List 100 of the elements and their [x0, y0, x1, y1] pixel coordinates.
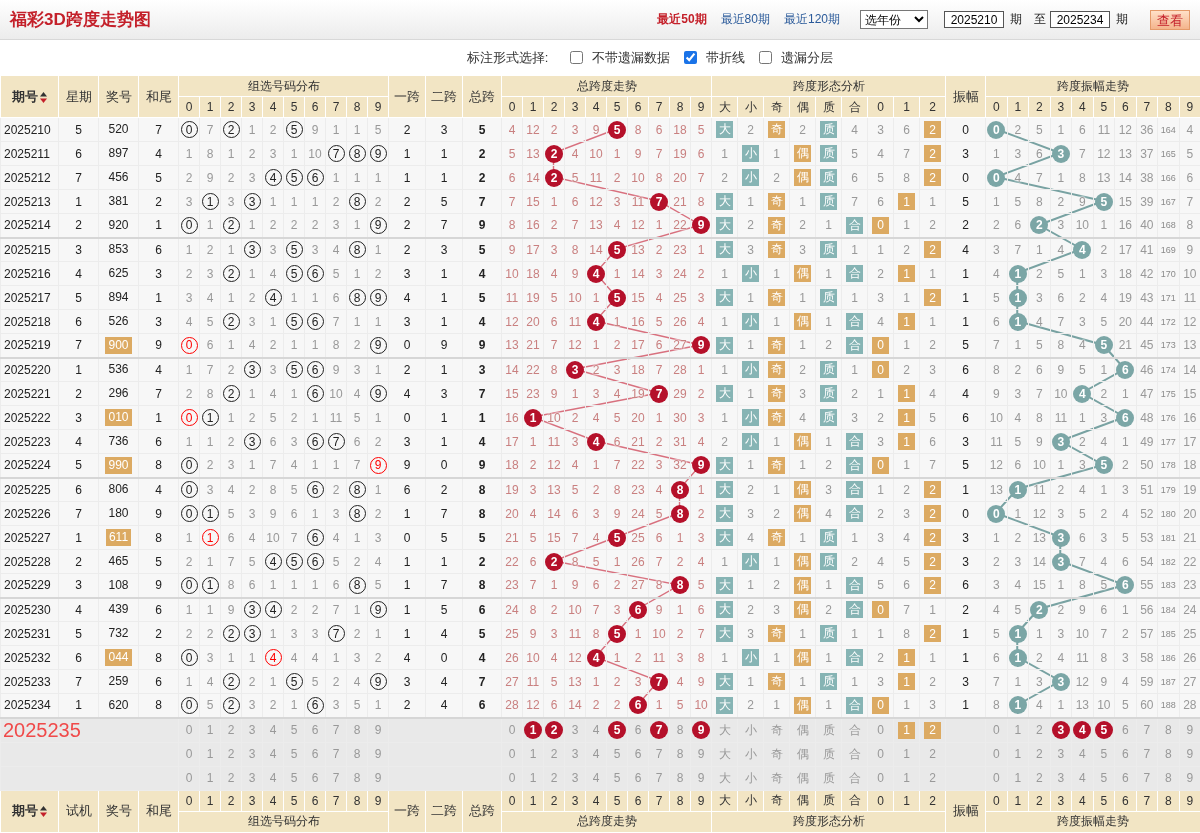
table-cell: 6	[841, 165, 868, 190]
number-ball: 0	[987, 120, 1006, 139]
shape-tag: 2	[924, 721, 942, 739]
table-cell: 2	[1028, 645, 1051, 670]
table-cell: 2	[178, 549, 200, 574]
table-cell: 4	[367, 549, 389, 574]
table-cell: 1	[220, 285, 242, 310]
column-header[interactable]: 期号	[0, 75, 59, 118]
table-cell: 54	[1136, 549, 1158, 574]
table-cell: 1	[711, 645, 738, 670]
shape-tag: 2	[924, 241, 942, 259]
table-cell: 14	[1028, 549, 1051, 574]
column-header: 振幅	[945, 790, 986, 832]
draw-number: 439	[107, 601, 130, 619]
table-cell: 2	[367, 429, 389, 454]
table-cell: 10	[564, 285, 586, 310]
table-cell: 1	[789, 525, 816, 550]
table-cell: 2	[388, 237, 426, 262]
shape-tag: 大	[716, 505, 734, 522]
table-cell: 3	[606, 597, 628, 622]
table-cell: 5	[283, 477, 305, 502]
table-cell: 3	[1050, 501, 1072, 526]
table-cell: 175	[1157, 381, 1180, 406]
table-cell: 3	[304, 237, 326, 262]
table-cell: 2	[669, 621, 691, 646]
table-cell: 5	[462, 117, 502, 142]
view-button[interactable]: 查看	[1150, 9, 1190, 30]
draw-number: 611	[105, 529, 132, 546]
table-cell: 3	[178, 189, 200, 214]
table-cell: 6	[564, 189, 586, 214]
shape-tag: 偶	[794, 505, 812, 522]
table-cell: 7	[893, 141, 920, 166]
table-cell: 7	[138, 381, 179, 406]
table-cell: 5	[283, 717, 305, 742]
table-cell: 30	[669, 405, 691, 430]
shape-tag: 0	[872, 361, 890, 379]
column-header: 二跨	[425, 75, 463, 118]
period-cell: 2025213	[0, 189, 59, 214]
table-cell: 11	[1071, 645, 1094, 670]
table-cell: 4	[1114, 669, 1137, 694]
table-cell: 1	[241, 261, 263, 286]
period-cell: 2025229	[0, 573, 59, 598]
table-cell: 1	[388, 165, 426, 190]
table-cell: 2	[711, 165, 738, 190]
table-cell: 1	[241, 645, 263, 670]
table-cell: 11	[325, 405, 347, 430]
period-cell: 2025233	[0, 669, 59, 694]
table-cell: 1	[1093, 357, 1115, 382]
table-cell: 6	[138, 669, 179, 694]
table-cell: 2	[763, 501, 790, 526]
table-cell: 0	[945, 501, 986, 526]
table-cell: 38	[1136, 165, 1158, 190]
table-cell: 1	[945, 621, 986, 646]
table-cell: 6	[1071, 525, 1094, 550]
period-cell: 2025212	[0, 165, 59, 190]
table-cell: 6	[867, 189, 894, 214]
table-cell: 1	[1007, 669, 1029, 694]
column-header[interactable]: 期号	[0, 790, 59, 832]
table-cell: 1	[388, 597, 426, 622]
table-cell: 1	[425, 165, 463, 190]
shape-tag: 小	[742, 313, 760, 330]
table-cell: 3	[346, 357, 368, 382]
table-cell: 7	[58, 501, 99, 526]
shape-tag: 奇	[768, 121, 786, 138]
table-cell: 4	[522, 501, 544, 526]
range-link[interactable]: 最近80期	[720, 11, 770, 28]
table-cell: 13	[1114, 141, 1137, 166]
period-cell: 2025217	[0, 285, 59, 310]
table-cell: 1	[711, 357, 738, 382]
table-cell: 4	[585, 405, 607, 430]
table-cell: 3	[985, 237, 1008, 262]
table-cell: 2	[325, 189, 347, 214]
year-select[interactable]: 选年份	[860, 10, 928, 29]
shape-tag: 大	[716, 216, 734, 234]
shape-tag: 大	[716, 456, 734, 474]
table-cell: 2	[789, 117, 816, 142]
table-cell: 2	[58, 549, 99, 574]
table-cell: 5	[325, 261, 347, 286]
table-cell: 1	[220, 405, 242, 430]
table-cell: 5	[564, 477, 586, 502]
table-cell: 4	[789, 405, 816, 430]
shape-tag: 0	[872, 456, 890, 474]
table-cell: 7	[199, 117, 221, 142]
end-period-field[interactable]: 2025234	[1050, 11, 1110, 28]
range-link[interactable]: 最近50期	[657, 11, 707, 28]
range-link[interactable]: 最近120期	[783, 11, 840, 28]
number-ball: 6	[1116, 408, 1135, 427]
start-period-field[interactable]: 2025210	[944, 11, 1004, 28]
shape-tag: 大	[716, 696, 734, 714]
table-cell: 3	[1093, 525, 1115, 550]
table-cell: 1	[178, 357, 200, 382]
table-cell: 11	[522, 669, 544, 694]
table-cell: 1	[867, 381, 894, 406]
table-cell: 4	[1050, 237, 1072, 262]
table-cell: 2	[711, 429, 738, 454]
number-ball: 2	[545, 144, 564, 163]
table-cell: 1	[763, 645, 790, 670]
table-cell: 4	[325, 237, 347, 262]
table-cell: 1	[1114, 381, 1137, 406]
group-header: 跨度形态分析	[711, 811, 946, 832]
